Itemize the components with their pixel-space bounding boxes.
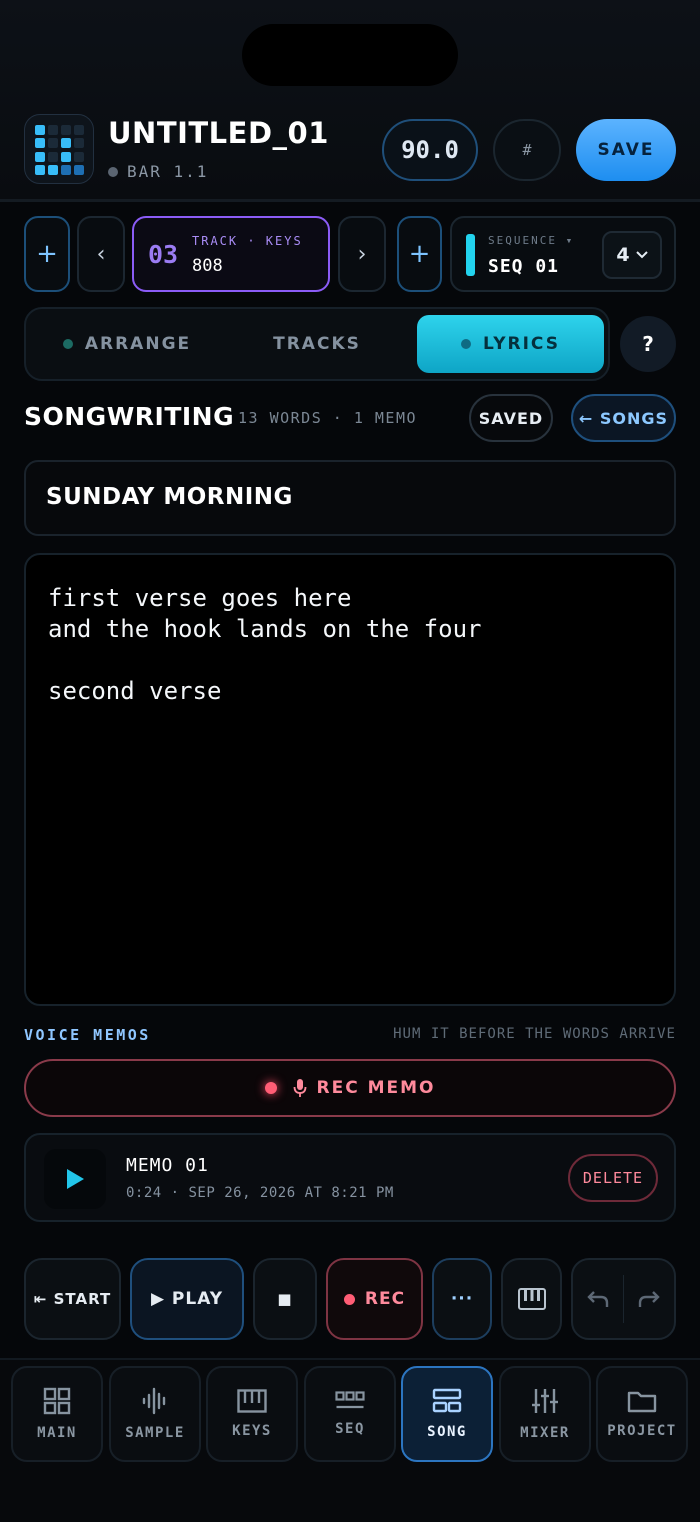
- view-tabs: ARRANGE TRACKS LYRICS: [24, 307, 610, 381]
- saved-status-button[interactable]: SAVED: [469, 394, 553, 442]
- track-name: 808: [192, 256, 223, 276]
- save-button[interactable]: SAVE: [576, 119, 676, 181]
- song-title: SUNDAY MORNING: [46, 484, 293, 510]
- track-number: 03: [148, 240, 179, 269]
- page-title: SONGWRITING: [24, 402, 235, 431]
- nav-project[interactable]: PROJECT: [596, 1366, 688, 1462]
- track-selector[interactable]: 03 TRACK · KEYS 808: [132, 216, 330, 292]
- sequence-name: SEQ 01: [488, 256, 560, 277]
- help-button[interactable]: ?: [620, 316, 676, 372]
- bpm-button[interactable]: 90.0: [382, 119, 478, 181]
- rec-memo-label: REC MEMO: [316, 1078, 436, 1098]
- nav-label: MAIN: [37, 1425, 77, 1441]
- dynamic-island: [242, 24, 458, 86]
- undo-button[interactable]: [573, 1289, 623, 1309]
- next-track-button[interactable]: ›: [338, 216, 386, 292]
- voice-memos-hint: HUM IT BEFORE THE WORDS ARRIVE: [393, 1026, 676, 1042]
- grid-icon: [43, 1387, 71, 1415]
- tab-tracks[interactable]: TRACKS: [224, 315, 410, 373]
- tab-label: TRACKS: [273, 334, 361, 354]
- nav-song[interactable]: SONG: [401, 1366, 493, 1462]
- back-to-songs-button[interactable]: ← SONGS: [571, 394, 676, 442]
- record-label: REC: [364, 1289, 406, 1309]
- nav-label: KEYS: [232, 1423, 272, 1439]
- logo-grid-icon: [35, 125, 85, 175]
- add-track-right-button[interactable]: +: [397, 216, 442, 292]
- microphone-icon: [293, 1079, 306, 1097]
- memo-play-button[interactable]: [44, 1149, 106, 1209]
- play-button[interactable]: ▶ PLAY: [130, 1258, 244, 1340]
- redo-button[interactable]: [624, 1289, 674, 1309]
- nav-label: SONG: [427, 1424, 467, 1440]
- redo-icon: [639, 1291, 660, 1307]
- project-title: UNTITLED_01: [108, 116, 329, 150]
- header-divider: [0, 199, 700, 202]
- prev-track-button[interactable]: ‹: [77, 216, 125, 292]
- start-button[interactable]: ⇤ START: [24, 1258, 121, 1340]
- undo-redo-group: [571, 1258, 676, 1340]
- nav-mixer[interactable]: MIXER: [499, 1366, 591, 1462]
- sequence-color-bar: [466, 234, 475, 276]
- word-memo-count: 13 WORDS · 1 MEMO: [238, 409, 418, 427]
- piano-icon: [237, 1389, 267, 1413]
- undo-icon: [587, 1291, 608, 1307]
- play-icon: [67, 1169, 84, 1189]
- nav-seq[interactable]: SEQ: [304, 1366, 396, 1462]
- tab-label: LYRICS: [483, 334, 560, 354]
- rec-memo-button[interactable]: REC MEMO: [24, 1059, 676, 1117]
- piano-icon: [517, 1288, 546, 1310]
- sequence-selector[interactable]: SEQUENCE ▾ SEQ 01 4: [450, 216, 676, 292]
- memo-name: MEMO 01: [126, 1155, 209, 1176]
- key-signature-button[interactable]: #: [493, 119, 561, 181]
- lyrics-text: first verse goes here and the hook lands…: [48, 584, 482, 705]
- nav-label: PROJECT: [607, 1423, 677, 1439]
- lyrics-dot-icon: [461, 339, 472, 349]
- nav-label: SAMPLE: [125, 1425, 185, 1441]
- song-title-field[interactable]: SUNDAY MORNING: [24, 460, 676, 536]
- song-icon: [432, 1388, 462, 1413]
- nav-keys[interactable]: KEYS: [206, 1366, 298, 1462]
- nav-sample[interactable]: SAMPLE: [109, 1366, 201, 1462]
- sequence-count-dropdown[interactable]: 4: [602, 231, 662, 279]
- position-indicator-dot: [108, 167, 118, 177]
- sliders-icon: [532, 1389, 558, 1413]
- arrange-dot-icon: [62, 339, 73, 349]
- nav-label: SEQ: [335, 1421, 365, 1437]
- sequence-count: 4: [616, 244, 630, 266]
- waveform-icon: [142, 1387, 166, 1415]
- more-button[interactable]: ···: [432, 1258, 492, 1340]
- memo-item: MEMO 01 0:24 · SEP 26, 2026 AT 8:21 PM D…: [24, 1133, 676, 1222]
- chevron-down-icon: [635, 251, 648, 259]
- tab-lyrics[interactable]: LYRICS: [417, 315, 604, 373]
- record-dot-icon: [264, 1082, 277, 1094]
- bar-position: BAR 1.1: [127, 162, 209, 181]
- keyboard-toggle-button[interactable]: [501, 1258, 562, 1340]
- nav-main[interactable]: MAIN: [11, 1366, 103, 1462]
- nav-label: MIXER: [520, 1425, 570, 1441]
- sequence-caption: SEQUENCE ▾: [488, 234, 575, 247]
- track-caption: TRACK · KEYS: [192, 234, 303, 248]
- tab-arrange[interactable]: ARRANGE: [34, 315, 220, 373]
- sequencer-icon: [335, 1391, 365, 1409]
- voice-memos-label: VOICE MEMOS: [24, 1026, 151, 1044]
- stop-button[interactable]: ■: [253, 1258, 317, 1340]
- folder-icon: [627, 1391, 657, 1413]
- record-dot-icon: [343, 1293, 355, 1305]
- add-track-button[interactable]: +: [24, 216, 70, 292]
- record-button[interactable]: REC: [326, 1258, 423, 1340]
- app-logo: [24, 114, 94, 184]
- lyrics-editor[interactable]: first verse goes here and the hook lands…: [24, 553, 676, 1006]
- tab-label: ARRANGE: [84, 334, 192, 354]
- memo-delete-button[interactable]: DELETE: [568, 1154, 658, 1202]
- memo-meta: 0:24 · SEP 26, 2026 AT 8:21 PM: [126, 1185, 394, 1201]
